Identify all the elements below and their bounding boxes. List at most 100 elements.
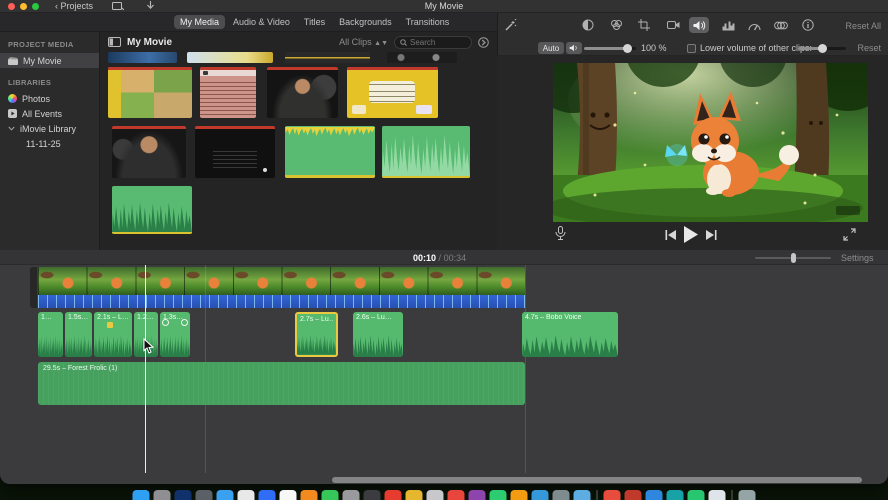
adjustment-inspector: Reset All Auto 100 % Lower volume of oth… xyxy=(497,13,888,56)
reset-all-button[interactable]: Reset All xyxy=(845,21,881,31)
media-thumbnail[interactable] xyxy=(108,52,177,63)
timeline-settings-button[interactable]: Settings xyxy=(841,253,874,263)
timeline-scrollbar[interactable] xyxy=(332,477,862,483)
zoom-slider-knob[interactable] xyxy=(791,253,796,263)
dock-app-icon[interactable] xyxy=(132,490,150,500)
dock-app-icon[interactable] xyxy=(426,490,444,500)
voiceover-mic-icon[interactable] xyxy=(555,226,566,241)
dock-app-icon[interactable] xyxy=(153,490,171,500)
info-icon[interactable] xyxy=(798,17,818,33)
noise-eq-icon[interactable] xyxy=(718,17,738,33)
audio-clip[interactable]: 1… xyxy=(38,312,63,357)
media-thumbnail[interactable] xyxy=(195,126,275,178)
media-thumbnail[interactable] xyxy=(112,186,192,234)
enhance-wand-icon[interactable] xyxy=(500,17,520,33)
stabilization-icon[interactable] xyxy=(663,17,683,33)
background-music-track[interactable]: 29.5s – Forest Frolic (1) xyxy=(38,362,525,405)
timeline-video-audio-track[interactable] xyxy=(38,295,525,308)
dock-app-icon[interactable] xyxy=(216,490,234,500)
dock-app-icon[interactable] xyxy=(237,490,255,500)
color-balance-icon[interactable] xyxy=(578,17,598,33)
tab-backgrounds[interactable]: Backgrounds xyxy=(333,15,398,29)
dock-app-icon[interactable] xyxy=(531,490,549,500)
search-input[interactable] xyxy=(410,37,466,47)
sidebar-item-photos[interactable]: Photos xyxy=(0,91,99,106)
search-field[interactable] xyxy=(394,35,472,49)
dock-app-icon[interactable] xyxy=(687,490,705,500)
media-thumbnail[interactable] xyxy=(347,67,438,118)
media-thumbnail[interactable] xyxy=(108,67,192,118)
clip-zoom-slider[interactable] xyxy=(755,253,831,263)
clip-filter-icon[interactable] xyxy=(771,17,791,33)
clip-filter-dropdown[interactable]: All Clips ▲▼ xyxy=(339,37,388,47)
lower-volume-slider[interactable] xyxy=(798,44,846,53)
auto-volume-button[interactable]: Auto xyxy=(538,42,564,54)
dock-app-icon[interactable] xyxy=(552,490,570,500)
dock-app-icon[interactable] xyxy=(489,490,507,500)
fade-handle-icon[interactable] xyxy=(181,319,188,326)
dock-app-icon[interactable] xyxy=(321,490,339,500)
volume-icon[interactable] xyxy=(689,17,709,33)
color-correction-icon[interactable] xyxy=(606,17,626,33)
dock-app-icon[interactable] xyxy=(573,490,591,500)
dock-app-icon[interactable] xyxy=(624,490,642,500)
dock-app-icon[interactable] xyxy=(300,490,318,500)
media-thumbnail[interactable] xyxy=(267,67,338,118)
next-frame-icon[interactable] xyxy=(705,230,717,240)
speed-icon[interactable] xyxy=(744,17,764,33)
fullscreen-icon[interactable] xyxy=(843,228,856,241)
sidebar-item-all-events[interactable]: All Events xyxy=(0,106,99,121)
dock-app-icon[interactable] xyxy=(708,490,726,500)
sidebar-item-my-movie[interactable]: My Movie xyxy=(0,53,99,68)
dock-app-icon[interactable] xyxy=(468,490,486,500)
audio-clip[interactable]: 1.3s… xyxy=(160,312,190,357)
mute-speaker-button[interactable] xyxy=(566,42,582,54)
media-thumbnail[interactable] xyxy=(187,52,273,63)
reset-volume-button[interactable]: Reset xyxy=(857,43,881,53)
playhead[interactable] xyxy=(145,265,146,473)
dock-app-icon[interactable] xyxy=(384,490,402,500)
dock-app-icon[interactable] xyxy=(405,490,423,500)
media-thumbnail[interactable] xyxy=(382,126,470,178)
crop-icon[interactable] xyxy=(634,17,654,33)
dock-app-icon[interactable] xyxy=(174,490,192,500)
volume-slider[interactable] xyxy=(584,44,636,53)
sidebar-item-event-date[interactable]: 11-11-25 xyxy=(0,136,99,151)
media-thumbnail[interactable] xyxy=(200,67,256,118)
audio-clip-selected[interactable]: 2.7s – Lu… xyxy=(295,312,338,357)
tab-transitions[interactable]: Transitions xyxy=(400,15,456,29)
dock-app-icon[interactable] xyxy=(363,490,381,500)
media-thumbnail[interactable] xyxy=(112,126,186,178)
timeline-panel: 00:10 / 00:34 Settings 1… 1.5s… 2.1s – L… xyxy=(0,250,888,484)
lower-volume-checkbox[interactable] xyxy=(687,44,696,53)
audio-clip[interactable]: 2.6s – Lu… xyxy=(353,312,403,357)
tab-my-media[interactable]: My Media xyxy=(174,15,226,29)
dock-app-icon[interactable] xyxy=(645,490,663,500)
sidebar-toggle-icon[interactable] xyxy=(108,37,121,47)
dock-app-icon[interactable] xyxy=(738,490,756,500)
media-thumbnail[interactable] xyxy=(285,126,375,178)
previous-frame-icon[interactable] xyxy=(665,230,677,240)
fade-handle-icon[interactable] xyxy=(162,319,169,326)
tab-audio-video[interactable]: Audio & Video xyxy=(227,15,296,29)
clip-trim-handle[interactable] xyxy=(30,267,37,308)
continuous-playback-icon[interactable] xyxy=(478,36,489,48)
audio-clip[interactable]: 4.7s – Bobo Voice xyxy=(522,312,618,357)
dock-app-icon[interactable] xyxy=(279,490,297,500)
updown-chevron-icon: ▲▼ xyxy=(374,40,388,47)
dock-app-icon[interactable] xyxy=(510,490,528,500)
tab-titles[interactable]: Titles xyxy=(298,15,331,29)
dock-app-icon[interactable] xyxy=(603,490,621,500)
dock-app-icon[interactable] xyxy=(447,490,465,500)
media-thumbnail[interactable] xyxy=(387,52,457,63)
dock-app-icon[interactable] xyxy=(258,490,276,500)
timeline-video-track[interactable] xyxy=(38,267,525,295)
play-icon[interactable] xyxy=(683,226,698,243)
dock-app-icon[interactable] xyxy=(666,490,684,500)
sidebar-item-imovie-library[interactable]: iMovie Library xyxy=(0,121,99,136)
dock-app-icon[interactable] xyxy=(342,490,360,500)
audio-clip[interactable]: 1.5s… xyxy=(65,312,92,357)
audio-clip[interactable]: 2.1s – L… xyxy=(94,312,132,357)
media-thumbnail[interactable] xyxy=(285,52,370,63)
dock-app-icon[interactable] xyxy=(195,490,213,500)
